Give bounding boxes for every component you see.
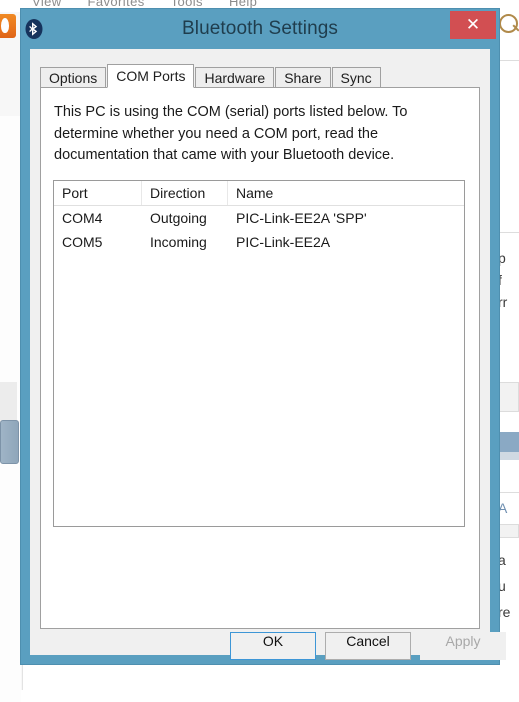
background-text-fragment: f bbox=[498, 272, 502, 288]
cancel-button[interactable]: Cancel bbox=[325, 632, 411, 660]
background-highlight-bar bbox=[497, 432, 519, 452]
background-divider bbox=[497, 232, 519, 233]
cell-direction: Outgoing bbox=[150, 210, 207, 226]
cell-name: PIC-Link-EE2A 'SPP' bbox=[236, 210, 367, 226]
cell-port: COM5 bbox=[62, 234, 103, 250]
tab-share[interactable]: Share bbox=[275, 67, 331, 88]
column-header-port[interactable]: Port bbox=[54, 181, 142, 205]
close-button[interactable]: ✕ bbox=[450, 11, 496, 39]
background-text-fragment: u bbox=[498, 578, 506, 594]
background-menu-item-favorites[interactable]: Favorites bbox=[88, 0, 145, 9]
background-menu-item-view[interactable]: View bbox=[32, 0, 62, 9]
background-scrollbar-track[interactable] bbox=[0, 382, 17, 422]
cell-name: PIC-Link-EE2A bbox=[236, 234, 331, 250]
column-header-direction[interactable]: Direction bbox=[142, 181, 228, 205]
dialog-footer: OK Cancel Apply bbox=[30, 632, 506, 672]
description-text: This PC is using the COM (serial) ports … bbox=[54, 104, 408, 163]
background-text-fragment: re bbox=[498, 604, 511, 620]
firefox-icon[interactable] bbox=[0, 14, 16, 38]
background-highlight-bar-shadow bbox=[497, 452, 519, 460]
listview-header: Port Direction Name bbox=[54, 181, 464, 206]
background-text-fragment: a bbox=[498, 552, 506, 568]
tab-com-ports[interactable]: COM Ports bbox=[107, 64, 195, 88]
close-icon: ✕ bbox=[465, 15, 481, 34]
background-left-panel bbox=[0, 12, 23, 702]
background-text-fragment: p bbox=[498, 250, 506, 266]
table-row[interactable]: COM4 Outgoing PIC-Link-EE2A 'SPP' bbox=[54, 206, 464, 230]
tab-panel-com-ports: This PC is using the COM (serial) ports … bbox=[40, 87, 480, 629]
ok-button[interactable]: OK bbox=[230, 632, 316, 660]
background-divider bbox=[497, 60, 519, 61]
dialog-titlebar[interactable]: Bluetooth Settings ✕ bbox=[21, 9, 499, 49]
bluetooth-settings-dialog: Bluetooth Settings ✕ Options COM Ports H… bbox=[21, 9, 506, 664]
background-text-fragment: A bbox=[498, 500, 508, 516]
tab-hardware[interactable]: Hardware bbox=[195, 67, 275, 88]
background-button[interactable] bbox=[497, 382, 519, 412]
table-row[interactable]: COM5 Incoming PIC-Link-EE2A bbox=[54, 230, 464, 254]
background-scrollbar-thumb[interactable] bbox=[0, 420, 19, 464]
apply-button: Apply bbox=[420, 632, 506, 660]
cell-port: COM4 bbox=[62, 210, 103, 226]
dialog-body: Options COM Ports Hardware Share Sync Th… bbox=[30, 49, 506, 660]
cell-direction: Incoming bbox=[150, 234, 207, 250]
background-field[interactable] bbox=[497, 524, 519, 538]
com-ports-listview[interactable]: Port Direction Name COM4 Outgoing PIC-Li… bbox=[53, 180, 465, 527]
background-divider bbox=[497, 492, 519, 493]
tab-sync[interactable]: Sync bbox=[331, 67, 381, 88]
background-menu-item-help[interactable]: Help bbox=[229, 0, 257, 9]
background-menu-items: View Favorites Tools Help bbox=[32, 0, 283, 9]
page-title: Bluetooth Settings bbox=[181, 18, 339, 39]
background-menu-item-tools[interactable]: Tools bbox=[171, 0, 203, 9]
magnifier-icon[interactable] bbox=[499, 14, 518, 33]
column-header-name[interactable]: Name bbox=[228, 181, 464, 205]
background-right-panel: p f rr A a u re fi bbox=[497, 0, 519, 690]
tab-strip: Options COM Ports Hardware Share Sync bbox=[40, 64, 382, 88]
tab-options[interactable]: Options bbox=[40, 67, 107, 88]
background-text-fragment: rr bbox=[498, 294, 508, 310]
